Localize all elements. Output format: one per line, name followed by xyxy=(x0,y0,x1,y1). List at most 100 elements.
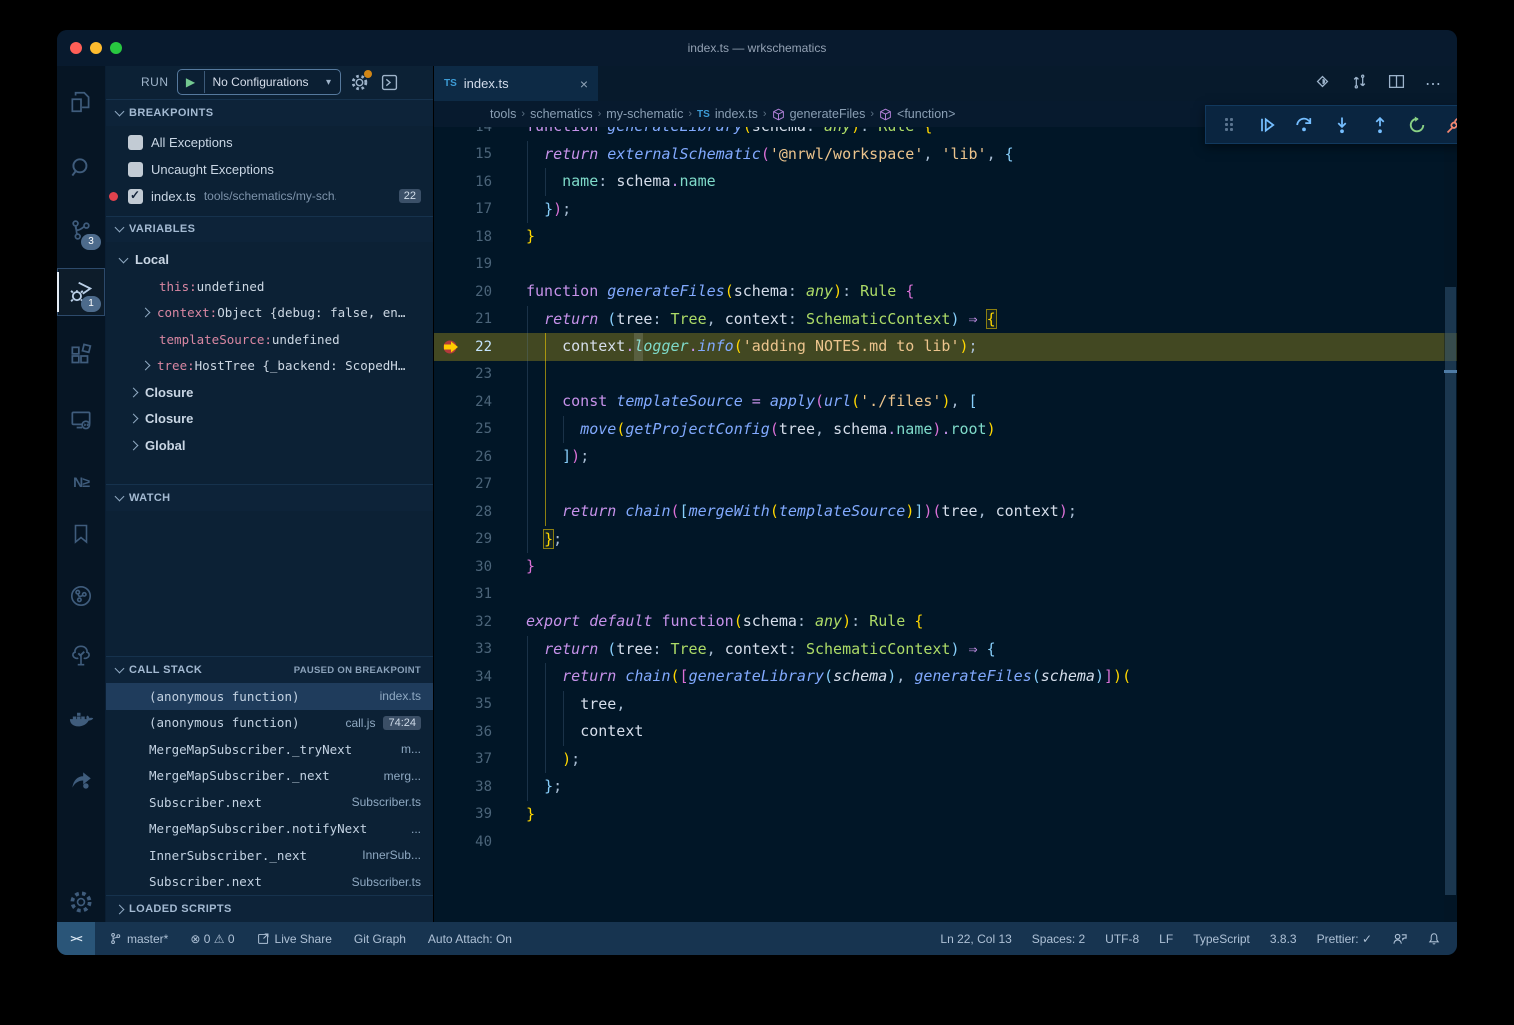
status-item[interactable]: UTF-8 xyxy=(1105,932,1139,946)
breakpoint-checkbox[interactable] xyxy=(128,135,143,150)
scrollbar-thumb[interactable] xyxy=(1445,287,1456,895)
restart-button[interactable] xyxy=(1404,112,1430,138)
open-changes-icon[interactable] xyxy=(1314,73,1331,95)
bell-status-item[interactable] xyxy=(1427,932,1441,946)
start-debug-icon[interactable]: ▶ xyxy=(178,71,205,93)
code-line[interactable]: 34 return chain([generateLibrary(schema)… xyxy=(434,663,1457,691)
breadcrumb-item[interactable]: generateFiles xyxy=(772,107,866,121)
code-line[interactable]: 36 context xyxy=(434,718,1457,746)
breadcrumb-item[interactable]: tools xyxy=(490,107,516,121)
code-line[interactable]: 33 return (tree: Tree, context: Schemati… xyxy=(434,636,1457,664)
code-line[interactable]: 30} xyxy=(434,553,1457,581)
code-line[interactable]: 21 return (tree: Tree, context: Schemati… xyxy=(434,306,1457,334)
close-tab-icon[interactable]: × xyxy=(580,76,588,92)
minimize-window-button[interactable] xyxy=(90,42,102,54)
call-stack-frame[interactable]: (anonymous function)index.ts xyxy=(106,683,433,710)
code-line[interactable]: 17 }); xyxy=(434,196,1457,224)
code-line[interactable]: 24 const templateSource = apply(url('./f… xyxy=(434,388,1457,416)
variable-row[interactable]: tree: HostTree {_backend: ScopedH… xyxy=(106,352,433,379)
code-line[interactable]: 23 xyxy=(434,361,1457,389)
disconnect-button[interactable] xyxy=(1442,112,1457,138)
status-item[interactable]: Git Graph xyxy=(354,932,406,946)
variable-row[interactable]: this: undefined xyxy=(106,273,433,300)
feedback-status-item[interactable] xyxy=(1392,931,1407,946)
code-line[interactable]: 35 tree, xyxy=(434,691,1457,719)
code-line[interactable]: 29 }; xyxy=(434,526,1457,554)
more-actions-icon[interactable]: ⋯ xyxy=(1425,74,1441,94)
live-share-status-item[interactable]: Live Share xyxy=(257,932,332,946)
tab-index-ts[interactable]: TS index.ts × xyxy=(434,66,598,101)
continue-button[interactable] xyxy=(1254,112,1280,138)
watch-section-header[interactable]: WATCH xyxy=(106,484,433,511)
breadcrumb-item[interactable]: TSindex.ts xyxy=(697,107,758,121)
code-line[interactable]: 32export default function(schema: any): … xyxy=(434,608,1457,636)
call-stack-frame[interactable]: Subscriber.nextSubscriber.ts xyxy=(106,869,433,896)
remote-explorer-icon[interactable] xyxy=(57,396,105,444)
variable-row[interactable]: Closure xyxy=(106,405,433,432)
debug-console-icon[interactable] xyxy=(379,71,401,93)
code-line[interactable]: 28 return chain([mergeWith(templateSourc… xyxy=(434,498,1457,526)
code-line[interactable]: 37 ); xyxy=(434,746,1457,774)
test-explorer-icon[interactable] xyxy=(57,632,105,680)
step-over-button[interactable] xyxy=(1291,112,1317,138)
step-out-button[interactable] xyxy=(1367,112,1393,138)
toolbar-drag-grip[interactable] xyxy=(1216,112,1242,138)
code-area[interactable]: 14function generateLibrary(schema: any):… xyxy=(434,127,1457,922)
variable-row[interactable]: templateSource: undefined xyxy=(106,326,433,353)
debug-settings-gear-icon[interactable] xyxy=(349,71,371,93)
code-line[interactable]: 31 xyxy=(434,581,1457,609)
code-line[interactable]: 39} xyxy=(434,801,1457,829)
breakpoint-checkbox[interactable] xyxy=(128,162,143,177)
code-line[interactable]: 40 xyxy=(434,828,1457,856)
switch-editor-icon[interactable] xyxy=(1351,73,1368,95)
breakpoint-checkbox[interactable] xyxy=(128,189,143,204)
call-stack-frame[interactable]: InnerSubscriber._nextInnerSub... xyxy=(106,842,433,869)
branch-status-item[interactable]: master* xyxy=(109,932,168,946)
zoom-window-button[interactable] xyxy=(110,42,122,54)
scrollbar[interactable] xyxy=(1444,127,1457,922)
call-stack-frame[interactable]: Subscriber.nextSubscriber.ts xyxy=(106,789,433,816)
step-into-button[interactable] xyxy=(1329,112,1355,138)
project-share-icon[interactable] xyxy=(57,756,105,804)
code-line[interactable]: 16 name: schema.name xyxy=(434,168,1457,196)
status-item[interactable]: Ln 22, Col 13 xyxy=(940,932,1011,946)
status-item[interactable]: 3.8.3 xyxy=(1270,932,1297,946)
breakpoints-section-header[interactable]: BREAKPOINTS xyxy=(106,99,433,126)
split-editor-icon[interactable] xyxy=(1388,73,1405,95)
call-stack-frame[interactable]: MergeMapSubscriber.notifyNext... xyxy=(106,816,433,843)
variable-row[interactable]: Closure xyxy=(106,379,433,406)
code-line[interactable]: 19 xyxy=(434,251,1457,279)
breadcrumb-item[interactable]: schematics xyxy=(530,107,593,121)
breadcrumb-item[interactable]: my-schematic xyxy=(606,107,683,121)
bookmarks-icon[interactable] xyxy=(57,510,105,558)
loaded-scripts-section-header[interactable]: LOADED SCRIPTS xyxy=(106,895,433,922)
close-window-button[interactable] xyxy=(70,42,82,54)
status-item[interactable]: Spaces: 2 xyxy=(1032,932,1085,946)
variable-row[interactable]: Global xyxy=(106,432,433,459)
explorer-icon[interactable] xyxy=(57,78,105,126)
call-stack-section-header[interactable]: CALL STACK PAUSED ON BREAKPOINT xyxy=(106,656,433,683)
extensions-icon[interactable] xyxy=(57,332,105,380)
breakpoint-row[interactable]: index.tstools/schematics/my-sch...22 xyxy=(106,183,433,210)
variable-row[interactable]: context: Object {debug: false, en… xyxy=(106,299,433,326)
breadcrumb-item[interactable]: <function> xyxy=(879,107,955,121)
search-icon[interactable] xyxy=(57,144,105,192)
code-line[interactable]: 38 }; xyxy=(434,773,1457,801)
code-line[interactable]: 20function generateFiles(schema: any): R… xyxy=(434,278,1457,306)
variable-row[interactable]: Local xyxy=(106,246,433,273)
code-line[interactable]: 26 ]); xyxy=(434,443,1457,471)
git-graph-icon[interactable] xyxy=(57,572,105,620)
errors-warnings-status-item[interactable]: ⊗ 0 ⚠ 0 xyxy=(190,932,234,946)
source-control-icon[interactable]: 3 xyxy=(57,206,105,254)
nx-console-icon[interactable]: N≥ xyxy=(57,458,105,506)
status-item[interactable]: Prettier: ✓ xyxy=(1317,932,1372,946)
variables-section-header[interactable]: VARIABLES xyxy=(106,216,433,243)
status-item[interactable]: Auto Attach: On xyxy=(428,932,512,946)
code-line[interactable]: 22 context.logger.info('adding NOTES.md … xyxy=(434,333,1457,361)
breakpoint-row[interactable]: All Exceptions xyxy=(106,129,433,156)
breakpoint-row[interactable]: Uncaught Exceptions xyxy=(106,156,433,183)
run-debug-icon[interactable]: 1 xyxy=(57,268,105,316)
settings-gear-icon[interactable] xyxy=(57,878,105,926)
docker-icon[interactable] xyxy=(57,696,105,744)
code-line[interactable]: 27 xyxy=(434,471,1457,499)
